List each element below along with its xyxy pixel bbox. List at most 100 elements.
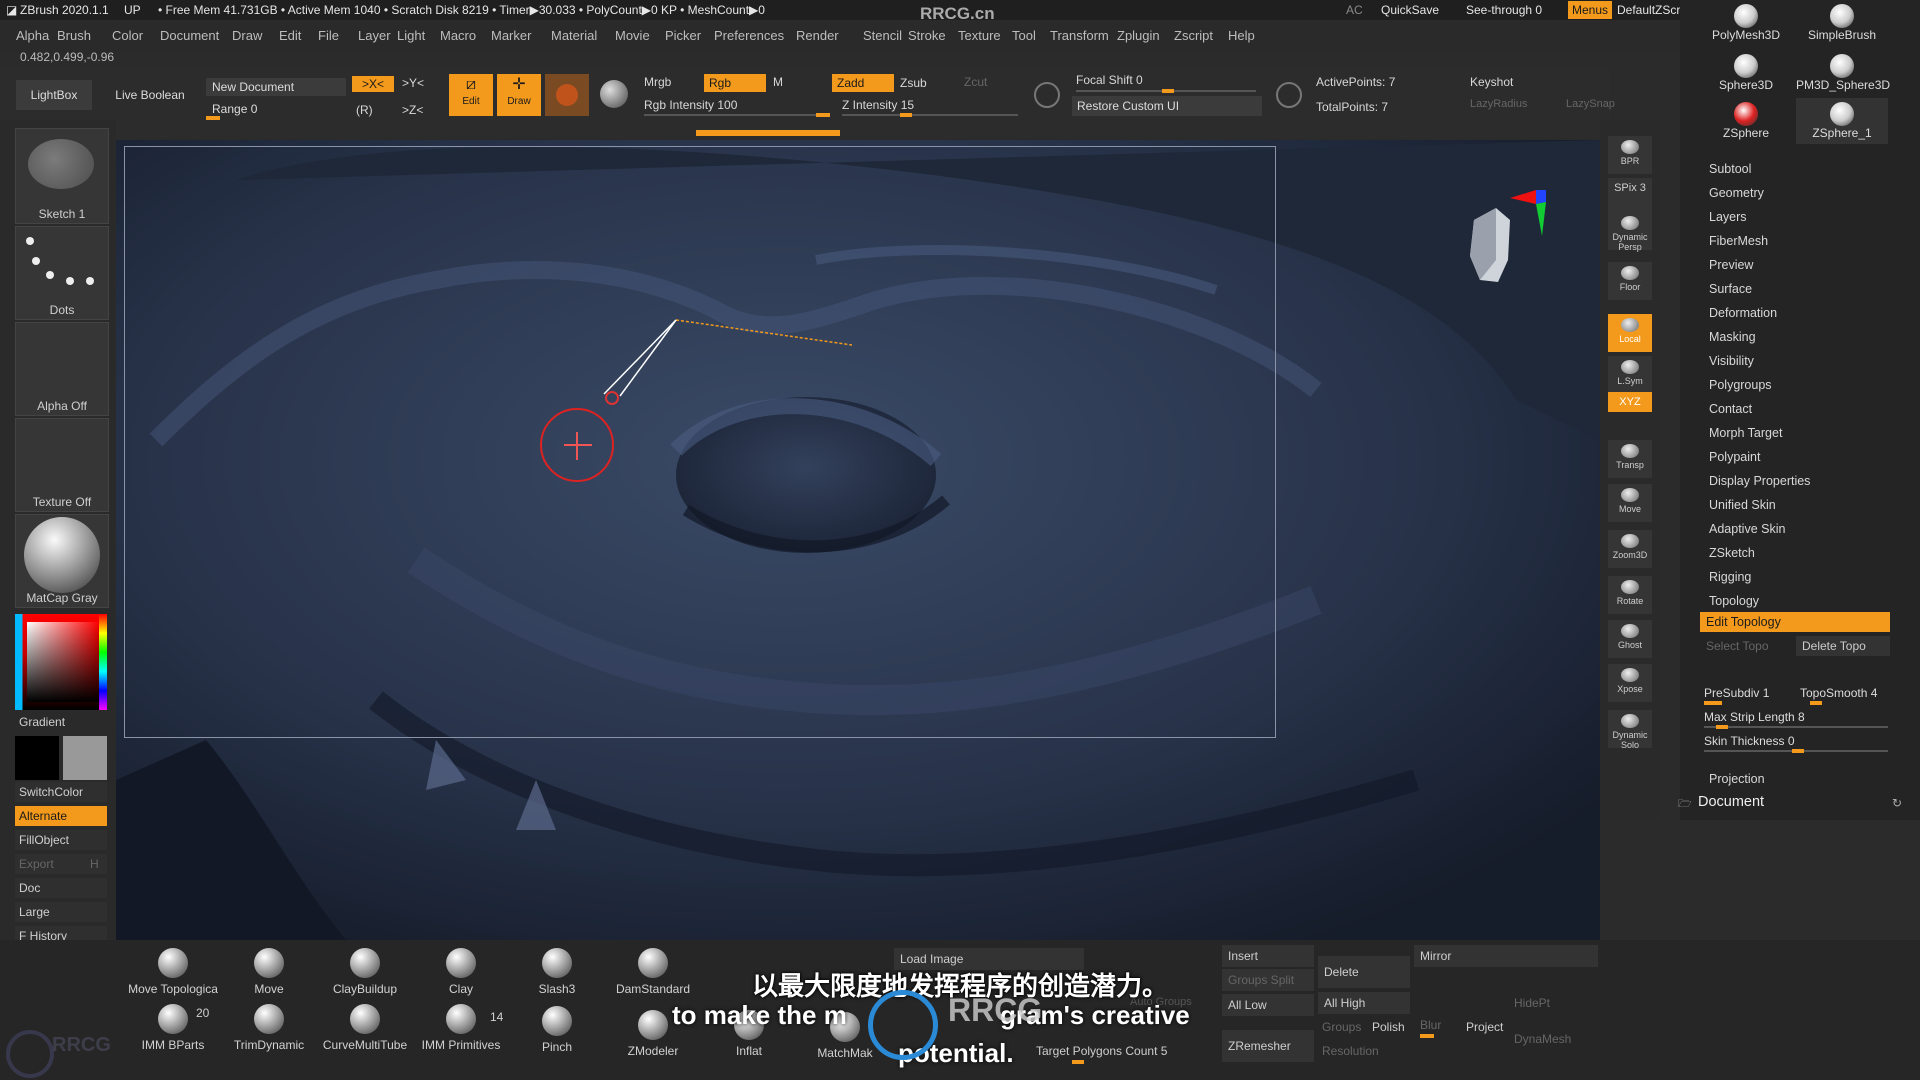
doc-button[interactable]: Doc (15, 878, 107, 898)
refresh-icon[interactable]: ↻ (1892, 796, 1902, 810)
select-topo-button[interactable]: Select Topo (1700, 636, 1792, 656)
topology-header[interactable]: Topology (1709, 594, 1759, 608)
menu-stencil[interactable]: Stencil (863, 28, 902, 43)
color-field[interactable] (27, 622, 99, 702)
brush-trimdynamic[interactable]: TrimDynamic (224, 1004, 314, 1052)
menu-layer[interactable]: Layer (358, 28, 391, 43)
mirror-button[interactable]: Mirror (1414, 945, 1598, 967)
skin-thickness-slider[interactable]: Skin Thickness 0 (1704, 734, 1795, 748)
texture-thumbnail[interactable]: Texture Off (15, 418, 109, 512)
fill-object-button[interactable]: FillObject (15, 830, 107, 850)
subpalette-polypaint[interactable]: Polypaint (1709, 450, 1760, 464)
draw-mode-button[interactable]: ✛ Draw (497, 74, 541, 116)
stroke-icon[interactable] (1034, 82, 1060, 108)
presubdiv-handle[interactable] (1704, 701, 1722, 705)
tool-thumb-polymesh3d[interactable]: PolyMesh3D (1700, 0, 1792, 46)
menu-edit[interactable]: Edit (279, 28, 301, 43)
project-button[interactable]: Project (1466, 1020, 1503, 1034)
keyshot-button[interactable]: Keyshot (1470, 75, 1513, 89)
range-slider[interactable]: Range 0 (206, 100, 346, 118)
subpalette-rigging[interactable]: Rigging (1709, 570, 1751, 584)
menu-alpha[interactable]: Alpha (16, 28, 49, 43)
axis-gizmo-icon[interactable] (1508, 180, 1548, 240)
subpalette-contact[interactable]: Contact (1709, 402, 1752, 416)
target-polygons-handle[interactable] (1072, 1060, 1084, 1064)
zadd-button[interactable]: Zadd (832, 74, 894, 92)
tool-thumb-sphere3d[interactable]: Sphere3D (1700, 50, 1792, 96)
tool-local[interactable]: Local (1608, 314, 1652, 352)
subpalette-display-properties[interactable]: Display Properties (1709, 474, 1810, 488)
tool-move[interactable]: Move (1608, 484, 1652, 522)
m-button[interactable]: M (773, 75, 783, 89)
menus-button[interactable]: Menus (1568, 1, 1613, 19)
lazy-snap-slider[interactable]: LazySnap (1566, 98, 1615, 110)
menu-marker[interactable]: Marker (491, 28, 531, 43)
main-color-swatch[interactable] (15, 736, 59, 780)
tool-dynamic-persp[interactable]: Dynamic Persp (1608, 212, 1652, 252)
secondary-color-swatch[interactable] (63, 736, 107, 780)
subpalette-preview[interactable]: Preview (1709, 258, 1753, 272)
stroke-thumbnail[interactable]: Sketch 1 (15, 128, 109, 224)
switch-color-button[interactable]: SwitchColor (15, 782, 107, 802)
symmetry-y-button[interactable]: >Y< (402, 76, 424, 90)
menu-material[interactable]: Material (551, 28, 597, 43)
dynamesh-button[interactable]: DynaMesh (1514, 1032, 1571, 1046)
focal-shift-handle[interactable] (1162, 89, 1174, 93)
skin-thickness-handle[interactable] (1792, 749, 1804, 753)
zsub-button[interactable]: Zsub (900, 76, 927, 90)
edit-mode-button[interactable]: ⧄ Edit (449, 74, 493, 116)
menu-picker[interactable]: Picker (665, 28, 701, 43)
tool-floor[interactable]: Floor (1608, 262, 1652, 300)
lazy-radius-slider[interactable]: LazyRadius (1470, 98, 1527, 110)
symmetry-z-button[interactable]: >Z< (402, 103, 423, 117)
max-strip-handle[interactable] (1716, 725, 1728, 729)
alternate-button[interactable]: Alternate (15, 806, 107, 826)
delete-topo-button[interactable]: Delete Topo (1796, 636, 1890, 656)
large-button[interactable]: Large (15, 902, 107, 922)
groups-button[interactable]: Groups (1322, 1020, 1361, 1034)
menu-document[interactable]: Document (160, 28, 219, 43)
draw-size-icon[interactable] (1276, 82, 1302, 108)
target-polygons-slider[interactable]: Target Polygons Count 5 (1036, 1044, 1167, 1058)
stroke-type-thumbnail[interactable]: Dots (15, 226, 109, 320)
menu-file[interactable]: File (318, 28, 339, 43)
z-intensity-slider[interactable]: Z Intensity 15 (842, 98, 914, 112)
tool-l-sym[interactable]: L.Sym (1608, 356, 1652, 394)
color-picker[interactable] (15, 614, 107, 710)
presubdiv-slider[interactable]: PreSubdiv 1 (1704, 686, 1769, 700)
quicksave-button[interactable]: QuickSave (1381, 3, 1439, 17)
menu-tool[interactable]: Tool (1012, 28, 1036, 43)
menu-zscript[interactable]: Zscript (1174, 28, 1213, 43)
lightbox-button[interactable]: LightBox (16, 80, 92, 110)
projection-header[interactable]: Projection (1709, 772, 1765, 786)
menu-texture[interactable]: Texture (958, 28, 1001, 43)
tool-zoom3d[interactable]: Zoom3D (1608, 530, 1652, 568)
subpalette-polygroups[interactable]: Polygroups (1709, 378, 1772, 392)
rgb-button[interactable]: Rgb (704, 74, 766, 92)
focal-shift-slider[interactable]: Focal Shift 0 (1076, 73, 1143, 87)
blur-slider[interactable]: Blur (1420, 1018, 1441, 1032)
menu-stroke[interactable]: Stroke (908, 28, 946, 43)
brush-pinch[interactable]: Pinch (512, 1006, 602, 1054)
brush-curvemultitube[interactable]: CurveMultiTube (320, 1004, 410, 1052)
menu-preferences[interactable]: Preferences (714, 28, 784, 43)
tool-bpr[interactable]: BPR (1608, 136, 1652, 174)
blur-handle[interactable] (1420, 1034, 1434, 1038)
toposmooth-slider[interactable]: TopoSmooth 4 (1800, 686, 1877, 700)
rgb-intensity-handle[interactable] (816, 113, 830, 117)
radial-symmetry-button[interactable]: (R) (356, 103, 373, 117)
tool-dynamic-solo[interactable]: Dynamic Solo (1608, 710, 1652, 750)
edit-topology-button[interactable]: Edit Topology (1700, 612, 1890, 632)
menu-light[interactable]: Light (397, 28, 425, 43)
tool-rotate[interactable]: Rotate (1608, 576, 1652, 614)
zcut-button[interactable]: Zcut (964, 75, 987, 89)
live-boolean-button[interactable]: Live Boolean (110, 80, 190, 110)
menu-movie[interactable]: Movie (615, 28, 650, 43)
subpalette-zsketch[interactable]: ZSketch (1709, 546, 1755, 560)
see-through-slider[interactable]: See-through 0 (1466, 3, 1542, 17)
new-document-button[interactable]: New Document (206, 78, 346, 96)
max-strip-length-slider[interactable]: Max Strip Length 8 (1704, 710, 1805, 724)
subpalette-unified-skin[interactable]: Unified Skin (1709, 498, 1776, 512)
menu-help[interactable]: Help (1228, 28, 1255, 43)
alpha-thumbnail[interactable]: Alpha Off (15, 322, 109, 416)
